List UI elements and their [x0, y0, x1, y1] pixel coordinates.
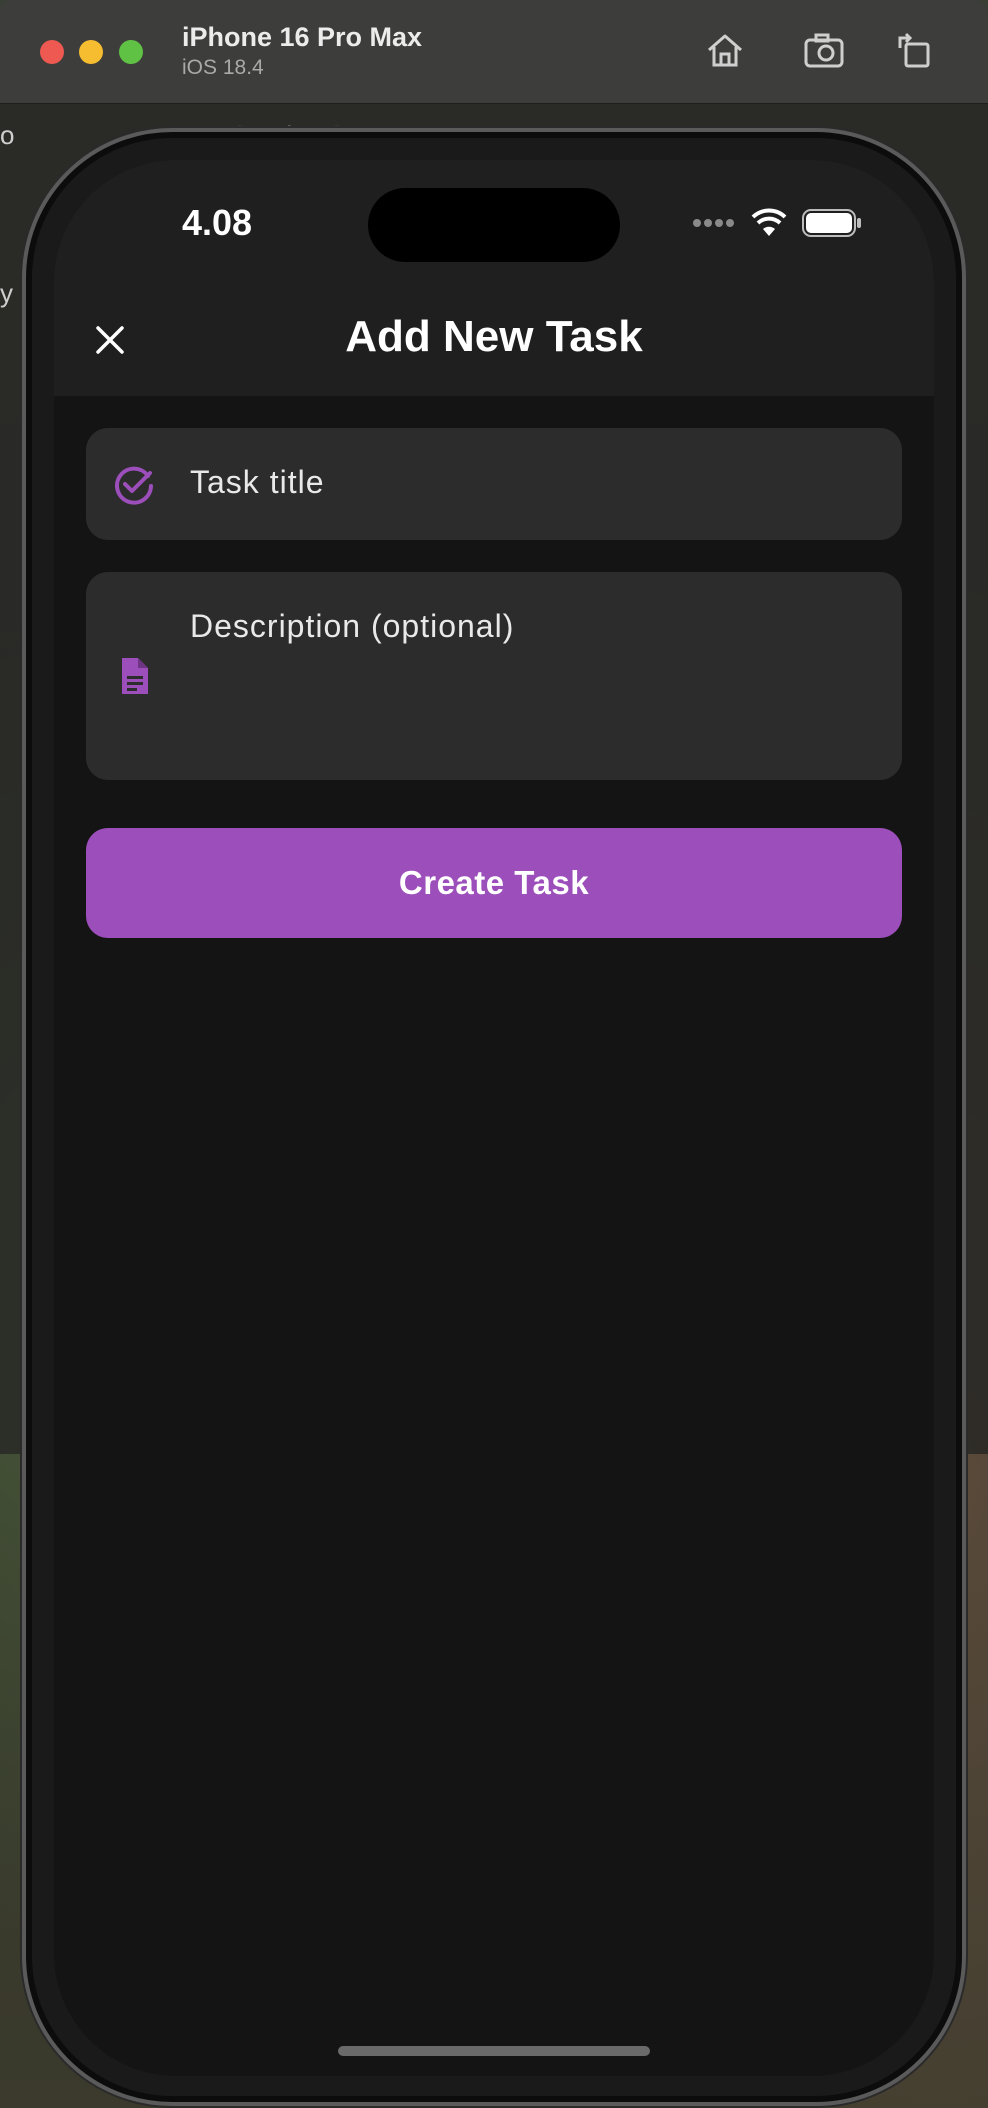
background-fragment: o: [0, 120, 15, 150]
rotate-icon: [898, 32, 930, 68]
battery-icon: [802, 209, 861, 237]
wifi-icon: [751, 208, 787, 236]
description-field[interactable]: Description (optional): [86, 572, 902, 780]
check-circle-icon: [115, 466, 153, 505]
signal-dots-icon: [693, 219, 734, 227]
rotate-button[interactable]: [892, 28, 936, 72]
home-indicator[interactable]: [338, 2046, 650, 2056]
app-header: 4.08 Add New Task: [54, 160, 934, 396]
screenshot-button[interactable]: [802, 28, 846, 72]
home-icon: [708, 34, 742, 67]
status-icons: [692, 206, 862, 240]
close-window-button[interactable]: [40, 40, 64, 64]
simulator-titlebar: iPhone 16 Pro Max iOS 18.4: [0, 0, 988, 104]
dynamic-island: [368, 188, 620, 262]
home-button[interactable]: [703, 28, 747, 72]
minimize-window-button[interactable]: [79, 40, 103, 64]
simulator-os-version: iOS 18.4: [182, 56, 264, 79]
simulator-device-name: iPhone 16 Pro Max: [182, 22, 423, 52]
phone-screen: 4.08 Add New Task Task title Description…: [54, 160, 934, 2076]
create-task-button[interactable]: Create Task: [86, 828, 902, 938]
zoom-window-button[interactable]: [119, 40, 143, 64]
status-time: 4.08: [182, 202, 253, 243]
task-title-placeholder: Task title: [190, 464, 325, 500]
task-title-field[interactable]: Task title: [86, 428, 902, 540]
screenshot-icon: [804, 33, 844, 68]
description-placeholder: Description (optional): [190, 608, 515, 644]
document-icon: [122, 658, 148, 694]
page-title: Add New Task: [345, 312, 643, 361]
